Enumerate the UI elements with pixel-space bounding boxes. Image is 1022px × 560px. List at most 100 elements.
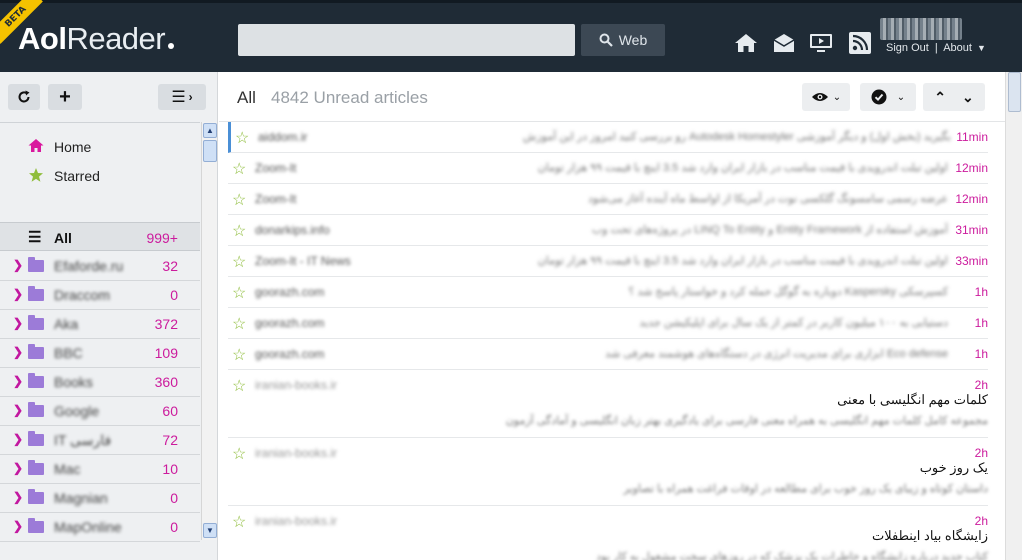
sidebar-folder[interactable]: ❯ Magnian 0 xyxy=(0,484,200,513)
star-icon[interactable]: ☆ xyxy=(232,444,246,464)
previous-article-icon[interactable]: ⌃ xyxy=(934,89,946,106)
star-icon[interactable]: ☆ xyxy=(232,512,246,532)
article-title: کلمات مهم انگلیسی با معنی xyxy=(837,392,988,407)
folder-count: 0 xyxy=(170,519,178,535)
home-icon[interactable] xyxy=(734,32,758,54)
article-row[interactable]: ☆ Zoom-It عرضه رسمی سامسونگ گلکسی نوت در… xyxy=(228,184,988,215)
sidebar-folder[interactable]: ❯ Google 60 xyxy=(0,397,200,426)
article-row[interactable]: ☆ Zoom-It اولین تبلت اندرویدی با قیمت من… xyxy=(228,153,988,184)
folder-name: Aka xyxy=(54,316,79,332)
star-icon[interactable]: ☆ xyxy=(235,128,249,148)
folder-icon xyxy=(28,518,44,533)
divider xyxy=(0,122,200,123)
sidebar-item-all[interactable]: ☰ All 999+ xyxy=(0,222,200,251)
main-scrollbar[interactable] xyxy=(1005,72,1022,560)
star-icon[interactable]: ☆ xyxy=(232,159,246,179)
article-time: 12min xyxy=(955,161,988,175)
scroll-up-icon[interactable]: ▲ xyxy=(203,123,217,138)
chevron-right-icon[interactable]: ❯ xyxy=(13,345,23,359)
folder-name: Mac xyxy=(54,461,81,477)
sidebar-folder[interactable]: ❯ Aka 372 xyxy=(0,310,200,339)
web-button-label: Web xyxy=(618,32,648,48)
folder-icon xyxy=(28,344,44,359)
folder-icon xyxy=(28,402,44,417)
folder-name: MapOnline xyxy=(54,519,122,535)
article-row[interactable]: ☆ Zoom-It - IT News اولین تبلت اندرویدی … xyxy=(228,246,988,277)
sidebar-folder[interactable]: ❯ MapOnline 0 xyxy=(0,513,200,542)
article-nav-buttons: ⌃ ⌄ xyxy=(923,83,985,111)
about-link[interactable]: About xyxy=(943,42,972,54)
star-icon[interactable]: ☆ xyxy=(232,221,246,241)
chevron-right-icon[interactable]: ❯ xyxy=(13,490,23,504)
search-input[interactable] xyxy=(238,24,575,56)
folder-count: 372 xyxy=(154,316,178,332)
chevron-right-icon[interactable]: ❯ xyxy=(13,432,23,446)
article-row[interactable]: ☆ goorazh.com کسپرسکی Kaspersky دوباره ب… xyxy=(228,277,988,308)
star-icon[interactable]: ☆ xyxy=(232,376,246,396)
article-row[interactable]: ☆ goorazh.com دستیابی به ۱۰۰ میلیون کارب… xyxy=(228,308,988,339)
chevron-right-icon[interactable]: ❯ xyxy=(13,374,23,388)
chevron-right-icon[interactable]: ❯ xyxy=(13,316,23,330)
home-icon xyxy=(28,139,44,152)
article-snippet: دستیابی به ۱۰۰ میلیون کاربر در کمتر از ی… xyxy=(639,317,948,329)
sidebar-menu-button[interactable]: ☰ › xyxy=(158,84,206,110)
article-source: Zoom-It - IT News xyxy=(255,254,351,268)
sidebar-item-home[interactable]: Home xyxy=(0,132,200,161)
mark-read-button[interactable]: ⌄ xyxy=(860,83,916,111)
list-icon: ☰ xyxy=(28,229,42,246)
scroll-down-icon[interactable]: ▼ xyxy=(203,523,217,538)
next-article-icon[interactable]: ⌄ xyxy=(962,89,974,106)
scroll-thumb[interactable] xyxy=(1008,72,1021,112)
star-icon[interactable]: ☆ xyxy=(232,283,246,303)
articles-toolbar: All 4842 Unread articles ⌄ ⌄ ⌃ ⌄ xyxy=(219,72,1022,122)
chevron-right-icon[interactable]: ❯ xyxy=(13,519,23,533)
view-mode-button[interactable]: ⌄ xyxy=(802,83,850,111)
sidebar-folder[interactable]: ❯ Mac 10 xyxy=(0,455,200,484)
refresh-icon xyxy=(18,90,30,103)
folder-name: IT فارسی xyxy=(54,432,112,448)
article-source: goorazh.com xyxy=(255,347,325,361)
sidebar-folder[interactable]: ❯ IT فارسی 72 xyxy=(0,426,200,455)
chevron-right-icon[interactable]: ❯ xyxy=(13,258,23,272)
star-icon[interactable]: ☆ xyxy=(232,190,246,210)
logo-aol: Aol xyxy=(18,21,67,56)
star-icon[interactable]: ☆ xyxy=(232,345,246,365)
screen-icon[interactable] xyxy=(809,32,833,54)
sidebar-folder[interactable]: ❯ BBC 109 xyxy=(0,339,200,368)
article-time: 12min xyxy=(955,192,988,206)
sidebar-folder[interactable]: ❯ Books 360 xyxy=(0,368,200,397)
star-icon[interactable]: ☆ xyxy=(232,252,246,272)
mail-icon[interactable] xyxy=(772,32,796,54)
star-icon[interactable]: ☆ xyxy=(232,314,246,334)
chevron-right-icon[interactable]: ❯ xyxy=(13,461,23,475)
article-row[interactable]: ☆ donarkips.info آموزش استفاده از Entity… xyxy=(228,215,988,246)
sidebar-folder[interactable]: ❯ Draccom 0 xyxy=(0,281,200,310)
refresh-button[interactable] xyxy=(8,84,40,110)
sidebar-folder[interactable]: ❯ Efaforde.ru 32 xyxy=(0,252,200,281)
folder-count: 0 xyxy=(170,490,178,506)
chevron-right-icon[interactable]: ❯ xyxy=(13,403,23,417)
sidebar-scrollbar[interactable]: ▲ ▼ xyxy=(201,122,217,540)
web-search-button[interactable]: Web xyxy=(581,24,665,56)
chevron-right-icon[interactable]: ❯ xyxy=(13,287,23,301)
sign-out-link[interactable]: Sign Out xyxy=(886,42,929,54)
article-row-expanded[interactable]: ☆ iranian-books.ir 2h زایشگاه بیاد اینطف… xyxy=(228,506,988,560)
folder-icon xyxy=(28,257,44,272)
scroll-thumb[interactable] xyxy=(203,140,217,162)
aol-reader-logo[interactable]: AolReader xyxy=(18,21,175,57)
folder-icon xyxy=(28,460,44,475)
article-list: ☆ aiddom.ir بگیرید (بخش اول) و دیگر آموز… xyxy=(219,122,1005,560)
folder-count: 0 xyxy=(170,287,178,303)
article-row[interactable]: ☆ goorazh.com Eco defense ابزاری برای مد… xyxy=(228,339,988,370)
rss-icon[interactable] xyxy=(848,32,872,54)
add-feed-button[interactable]: + xyxy=(48,84,82,110)
chevron-down-icon[interactable]: ▼ xyxy=(977,43,986,53)
article-row[interactable]: ☆ aiddom.ir بگیرید (بخش اول) و دیگر آموز… xyxy=(228,122,988,153)
sidebar-list: Home Starred ☰ All 999+ ❯ Efaforde.ru 32 ❯… xyxy=(0,122,200,560)
article-row-expanded[interactable]: ☆ iranian-books.ir 2h یک روز خوب داستان … xyxy=(228,438,988,506)
article-row-expanded[interactable]: ☆ iranian-books.ir 2h کلمات مهم انگلیسی … xyxy=(228,370,988,438)
folder-count: 32 xyxy=(162,258,178,274)
folder-icon xyxy=(28,489,44,504)
sidebar-item-starred[interactable]: Starred xyxy=(0,161,200,190)
folder-name: BBC xyxy=(54,345,83,361)
